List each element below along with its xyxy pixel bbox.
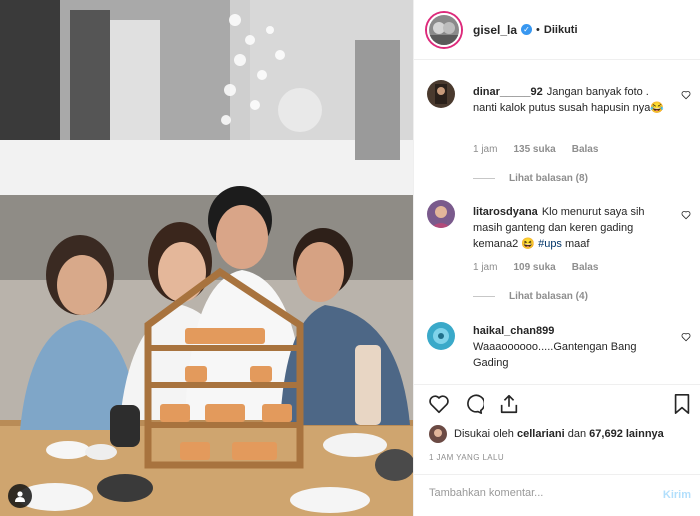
header-separator: •: [536, 23, 540, 36]
commenter-avatar-image: [427, 200, 455, 228]
post-timestamp[interactable]: 1 JAM YANG LALU: [429, 453, 504, 462]
heart-icon[interactable]: [428, 393, 450, 415]
author-avatar-image: [429, 14, 459, 45]
follow-status-button[interactable]: Diikuti: [544, 24, 578, 36]
comment-avatar[interactable]: [427, 200, 455, 228]
post-header: gisel_la ✓ • Diikuti: [414, 0, 700, 60]
comment-text: Waaaoooooo.....Gantengan Bang Gading: [473, 341, 637, 369]
view-replies-label: Lihat balasan (4): [509, 291, 588, 302]
likes-prefix: Disukai oleh: [454, 428, 514, 440]
comment-avatar[interactable]: [427, 80, 455, 108]
comment-item: dinar_____92 Jangan banyak foto . nanti k…: [427, 76, 697, 184]
comment-body: litarosdyana Klo menurut saya sih masih g…: [473, 204, 669, 252]
comment-like-heart-icon[interactable]: [681, 210, 691, 220]
comment-body: dinar_____92 Jangan banyak foto . nanti k…: [473, 84, 669, 116]
comment-username[interactable]: litarosdyana: [473, 206, 538, 218]
comment-likes[interactable]: 135 suka: [513, 144, 555, 155]
likes-first-user[interactable]: cellariani: [517, 428, 565, 440]
comment-like-heart-icon[interactable]: [681, 332, 691, 342]
verified-badge-icon: ✓: [521, 24, 533, 35]
comment-hashtag-link[interactable]: #ups: [538, 238, 562, 250]
comment-bubble-icon[interactable]: [462, 393, 484, 415]
comment-meta: 1 jam 109 suka Balas: [473, 262, 598, 273]
comment-input[interactable]: [429, 487, 629, 499]
comment-username[interactable]: dinar_____92: [473, 86, 543, 98]
replies-divider: [473, 296, 495, 297]
tagged-users-button[interactable]: [8, 484, 32, 508]
comment-text-tail: maaf: [565, 238, 590, 250]
liker-avatar: [429, 425, 447, 443]
post-comment-button[interactable]: Kirim: [663, 489, 691, 501]
view-replies-button[interactable]: Lihat balasan (8): [473, 173, 588, 184]
comment-body: haikal_chan899 Waaaoooooo.....Gantengan …: [473, 323, 669, 371]
comment-time: 1 jam: [473, 144, 498, 155]
comment-time: 1 jam: [473, 262, 498, 273]
view-replies-label: Lihat balasan (8): [509, 173, 588, 184]
comment-item: litarosdyana Klo menurut saya sih masih g…: [427, 196, 697, 304]
add-comment-bar: Kirim: [414, 474, 700, 516]
liker-avatar-image: [429, 425, 447, 443]
commenter-avatar-image: [427, 322, 455, 350]
author-avatar[interactable]: [427, 12, 461, 47]
comment-like-heart-icon[interactable]: [681, 90, 691, 100]
likes-count[interactable]: 67,692 lainnya: [589, 428, 664, 440]
view-replies-button[interactable]: Lihat balasan (4): [473, 291, 588, 302]
comments-list[interactable]: dinar_____92 Jangan banyak foto . nanti k…: [414, 72, 700, 384]
author-username[interactable]: gisel_la: [473, 23, 517, 37]
post-side-panel: gisel_la ✓ • Diikuti dinar_____92 Jangan …: [413, 0, 700, 516]
replies-divider: [473, 178, 495, 179]
comment-likes[interactable]: 109 suka: [513, 262, 555, 273]
comment-reply-button[interactable]: Balas: [572, 144, 599, 155]
comment-username[interactable]: haikal_chan899: [473, 325, 554, 337]
comment-item: haikal_chan899 Waaaoooooo.....Gantengan …: [427, 318, 697, 378]
share-icon[interactable]: [498, 393, 520, 415]
user-icon: [15, 491, 25, 502]
comment-avatar[interactable]: [427, 322, 455, 350]
likes-summary[interactable]: Disukai oleh cellariani dan 67,692 lainn…: [429, 425, 664, 443]
comment-reply-button[interactable]: Balas: [572, 262, 599, 273]
post-photo[interactable]: [0, 0, 413, 516]
likes-connector: dan: [567, 428, 587, 440]
post-image: [0, 0, 413, 516]
commenter-avatar-image: [427, 80, 455, 108]
bookmark-icon[interactable]: [672, 393, 692, 415]
comment-meta: 1 jam 135 suka Balas: [473, 144, 598, 155]
